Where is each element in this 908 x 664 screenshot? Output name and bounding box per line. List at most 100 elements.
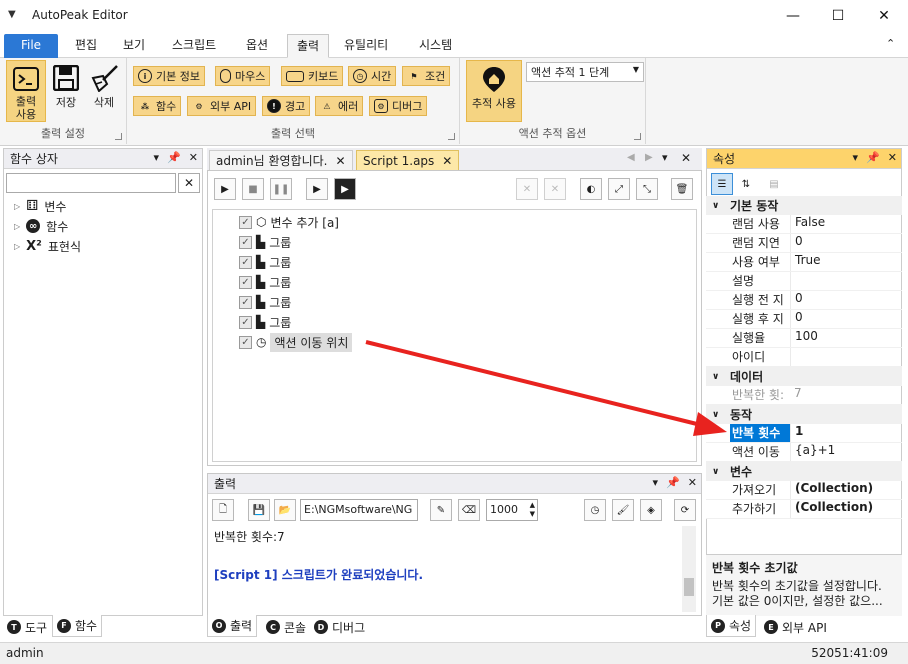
collapse-icon[interactable]: ∨: [712, 372, 730, 382]
prop-value[interactable]: 0: [790, 234, 902, 252]
run-to-button[interactable]: ▶: [334, 178, 356, 200]
group-launcher-icon[interactable]: [448, 133, 455, 140]
open-folder-button[interactable]: 📂: [274, 499, 296, 521]
save-button[interactable]: 저장: [46, 60, 86, 122]
output-scrollbar[interactable]: [682, 526, 696, 612]
close-icon[interactable]: ✕: [688, 476, 697, 489]
scroll-right-icon[interactable]: ▶: [645, 152, 653, 163]
tab-external-api[interactable]: E 외부 API: [760, 617, 831, 637]
tab-properties[interactable]: P 속성: [706, 615, 757, 637]
tree-item-function[interactable]: ▷ ∞ 함수: [14, 216, 68, 236]
dropdown-icon[interactable]: ▾: [154, 151, 160, 164]
alphabetical-button[interactable]: ⇅: [735, 173, 757, 195]
row-checkbox[interactable]: ✓: [239, 335, 252, 349]
close-icon[interactable]: ✕: [681, 151, 691, 165]
row-checkbox[interactable]: ✓: [239, 315, 252, 329]
track-level-select[interactable]: 액션 추적 1 단계 ▼: [526, 62, 644, 82]
prop-value[interactable]: 1: [790, 424, 902, 442]
scroll-left-icon[interactable]: ◀: [627, 152, 635, 163]
collapse-icon[interactable]: ∨: [712, 467, 730, 477]
pin-icon[interactable]: 📌: [666, 476, 680, 489]
dropdown-icon[interactable]: ▾: [653, 476, 659, 489]
tab-utility[interactable]: 유틸리티: [335, 34, 397, 58]
tab-console[interactable]: C 콘솔: [262, 617, 310, 637]
delete-button[interactable]: 🗑: [671, 178, 693, 200]
step-button[interactable]: ▶: [306, 178, 328, 200]
expand-icon[interactable]: ▷: [14, 202, 20, 211]
tab-list-icon[interactable]: ▾: [662, 151, 668, 164]
refresh-button[interactable]: ◐: [580, 178, 602, 200]
remove-all-button[interactable]: ✕: [544, 178, 566, 200]
expand-icon[interactable]: ▷: [14, 242, 20, 251]
row-checkbox[interactable]: ✓: [239, 235, 252, 249]
brush-button[interactable]: 🖌: [612, 499, 634, 521]
tab-script1[interactable]: Script 1.aps ✕: [356, 150, 460, 170]
tab-system[interactable]: 시스템: [410, 34, 461, 58]
property-pages-button[interactable]: ▤: [763, 173, 785, 195]
tab-output-panel[interactable]: O 출력: [207, 615, 258, 637]
prop-row[interactable]: 추가하기 (Collection): [706, 500, 902, 519]
run-button[interactable]: ▶: [214, 178, 236, 200]
function-button[interactable]: ⁂ 함수: [133, 96, 182, 116]
keyboard-button[interactable]: 키보드: [281, 66, 344, 86]
tab-welcome[interactable]: admin님 환영합니다. ✕: [209, 150, 353, 170]
prop-row[interactable]: 설명: [706, 272, 902, 291]
tab-edit[interactable]: 편집: [66, 34, 106, 58]
condition-button[interactable]: ⚑ 조건: [402, 66, 451, 86]
prop-row-selected[interactable]: 반복 횟수 1: [706, 424, 902, 443]
tab-script[interactable]: 스크립트: [163, 34, 225, 58]
group-launcher-icon[interactable]: [115, 133, 122, 140]
time-button[interactable]: ◷ 시간: [348, 66, 397, 86]
script-row[interactable]: ✓ ▙ 그룹: [239, 292, 291, 312]
collapse-ribbon-icon[interactable]: ⌃: [886, 37, 895, 50]
clear-search-button[interactable]: ✕: [178, 173, 200, 193]
script-row[interactable]: ✓ ⬡ 변수 추가 [a]: [239, 212, 339, 232]
tab-debug[interactable]: D 디버그: [310, 617, 369, 637]
basic-info-button[interactable]: i 기본 정보: [133, 66, 205, 86]
prop-value[interactable]: 0: [790, 291, 902, 309]
prop-row[interactable]: 랜덤 사용 False: [706, 215, 902, 234]
maximize-button[interactable]: ☐: [815, 0, 861, 32]
prop-row[interactable]: 실행 전 지0: [706, 291, 902, 310]
prop-value[interactable]: {a}+1: [790, 443, 902, 461]
close-icon[interactable]: ✕: [442, 154, 452, 168]
tab-output[interactable]: 출력: [287, 34, 330, 58]
tab-tools[interactable]: T 도구: [3, 617, 51, 637]
prop-category-variable[interactable]: ∨ 변수: [706, 462, 902, 481]
pause-button[interactable]: ❚❚: [270, 178, 292, 200]
app-menu-icon[interactable]: ▼: [8, 9, 16, 20]
tab-functions[interactable]: F 함수: [52, 615, 103, 637]
pin-icon[interactable]: 📌: [866, 151, 880, 164]
prop-row[interactable]: 아이디: [706, 348, 902, 367]
tree-item-variable[interactable]: ▷ ⚅ 변수: [14, 196, 66, 216]
prop-value[interactable]: 7: [790, 386, 902, 404]
external-api-button[interactable]: ⚙ 외부 API: [187, 96, 257, 116]
prop-value[interactable]: [790, 272, 902, 290]
row-checkbox[interactable]: ✓: [239, 215, 252, 229]
tree-item-expression[interactable]: ▷ X² 표현식: [14, 236, 81, 256]
row-checkbox[interactable]: ✓: [239, 255, 252, 269]
stop-button[interactable]: ■: [242, 178, 264, 200]
fill-button[interactable]: ◈: [640, 499, 662, 521]
mouse-button[interactable]: 마우스: [215, 66, 271, 86]
script-row[interactable]: ✓ ▙ 그룹: [239, 272, 291, 292]
pin-icon[interactable]: 📌: [167, 151, 181, 164]
prop-value[interactable]: False: [790, 215, 902, 233]
error-button[interactable]: ⚠ 에러: [315, 96, 364, 116]
prop-value[interactable]: 100: [790, 329, 902, 347]
log-path-input[interactable]: E:\NGMsoftware\NG: [300, 499, 418, 521]
line-count-input[interactable]: 1000 ▲ ▼: [486, 499, 538, 521]
script-row[interactable]: ✓ ▙ 그룹: [239, 312, 291, 332]
collapse-icon[interactable]: ∨: [712, 410, 730, 420]
row-checkbox[interactable]: ✓: [239, 275, 252, 289]
erase-button[interactable]: ⌫: [458, 499, 480, 521]
collapse-all-button[interactable]: ⤡: [636, 178, 658, 200]
group-launcher-icon[interactable]: [634, 133, 641, 140]
function-search-input[interactable]: [6, 173, 176, 193]
refresh-button[interactable]: ⟳: [674, 499, 696, 521]
prop-category-basic[interactable]: ∨ 기본 동작: [706, 196, 902, 215]
prop-value[interactable]: (Collection): [790, 481, 902, 499]
close-icon[interactable]: ✕: [335, 154, 345, 168]
collapse-icon[interactable]: ∨: [712, 201, 730, 211]
save-log-button[interactable]: 💾: [248, 499, 270, 521]
